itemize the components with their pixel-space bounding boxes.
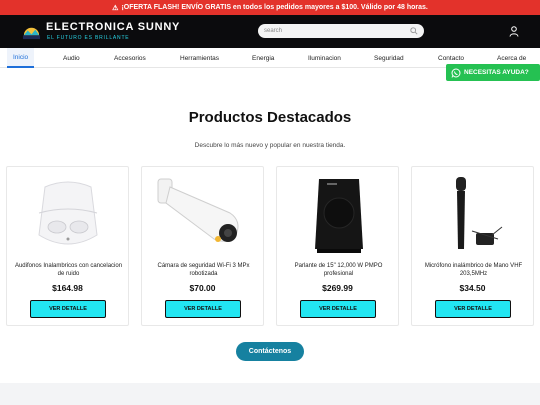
brand-tagline: EL FUTURO ES BRILLANTE [47, 35, 130, 41]
camera-image[interactable] [152, 173, 255, 257]
product-name[interactable]: Parlante de 15" 12,000 W PMPO profesiona… [281, 262, 396, 278]
speaker-image[interactable] [287, 173, 390, 257]
brand-name[interactable]: ELECTRONICA SUNNY [46, 21, 180, 33]
product-price: $164.98 [52, 283, 83, 293]
nav-item-iluminacion[interactable]: Iluminacion [308, 48, 341, 68]
search-placeholder: search [264, 28, 283, 34]
flash-banner: ⚠ ¡OFERTA FLASH! ENVÍO GRATIS en todos l… [0, 0, 540, 15]
view-detail-button[interactable]: VER DETALLE [435, 300, 511, 318]
user-icon[interactable] [509, 26, 519, 37]
site-header: ELECTRONICA SUNNY EL FUTURO ES BRILLANTE… [0, 15, 540, 48]
nav-item-inicio[interactable]: Inicio [7, 48, 35, 68]
nav-item-seguridad[interactable]: Seguridad [374, 48, 404, 68]
whatsapp-label: NECESITAS AYUDA? [464, 69, 529, 76]
warning-icon: ⚠ [112, 4, 119, 12]
nav-item-accesorios[interactable]: Accesorios [114, 48, 146, 68]
view-detail-button[interactable]: VER DETALLE [165, 300, 241, 318]
product-card[interactable]: Parlante de 15" 12,000 W PMPO profesiona… [276, 166, 399, 326]
earbuds-image[interactable] [17, 173, 120, 257]
view-detail-button[interactable]: VER DETALLE [30, 300, 106, 318]
whatsapp-icon [451, 68, 461, 78]
product-price: $34.50 [459, 283, 486, 293]
page-title: Productos Destacados [188, 109, 352, 126]
featured-section: Productos Destacados Descubre lo más nue… [0, 68, 540, 383]
product-price: $70.00 [189, 283, 216, 293]
product-card[interactable]: Cámara de seguridad Wi-Fi 3 MPx robotiza… [141, 166, 264, 326]
product-name[interactable]: Cámara de seguridad Wi-Fi 3 MPx robotiza… [146, 262, 261, 278]
product-price: $269.99 [322, 283, 353, 293]
nav-item-energia[interactable]: Energia [252, 48, 274, 68]
product-card[interactable]: Micrófono inalámbrico de Mano VHF 203,5M… [411, 166, 534, 326]
product-name[interactable]: Audifonos Inalambricos con cancelacion d… [11, 262, 126, 278]
nav-item-herramientas[interactable]: Herramientas [180, 48, 219, 68]
whatsapp-help-button[interactable]: NECESITAS AYUDA? [446, 64, 540, 81]
search-icon[interactable] [410, 27, 418, 35]
flash-text: ¡OFERTA FLASH! ENVÍO GRATIS en todos los… [121, 4, 428, 11]
search-input[interactable]: search [258, 24, 424, 38]
page-subtitle: Descubre lo más nuevo y popular en nuest… [194, 142, 346, 149]
nav-item-audio[interactable]: Audio [63, 48, 80, 68]
view-detail-button[interactable]: VER DETALLE [300, 300, 376, 318]
microphone-image[interactable] [422, 173, 525, 257]
sun-logo-icon[interactable] [22, 22, 41, 41]
product-card[interactable]: Audifonos Inalambricos con cancelacion d… [6, 166, 129, 326]
product-name[interactable]: Micrófono inalámbrico de Mano VHF 203,5M… [416, 262, 531, 278]
contact-button[interactable]: Contáctenos [236, 342, 304, 361]
